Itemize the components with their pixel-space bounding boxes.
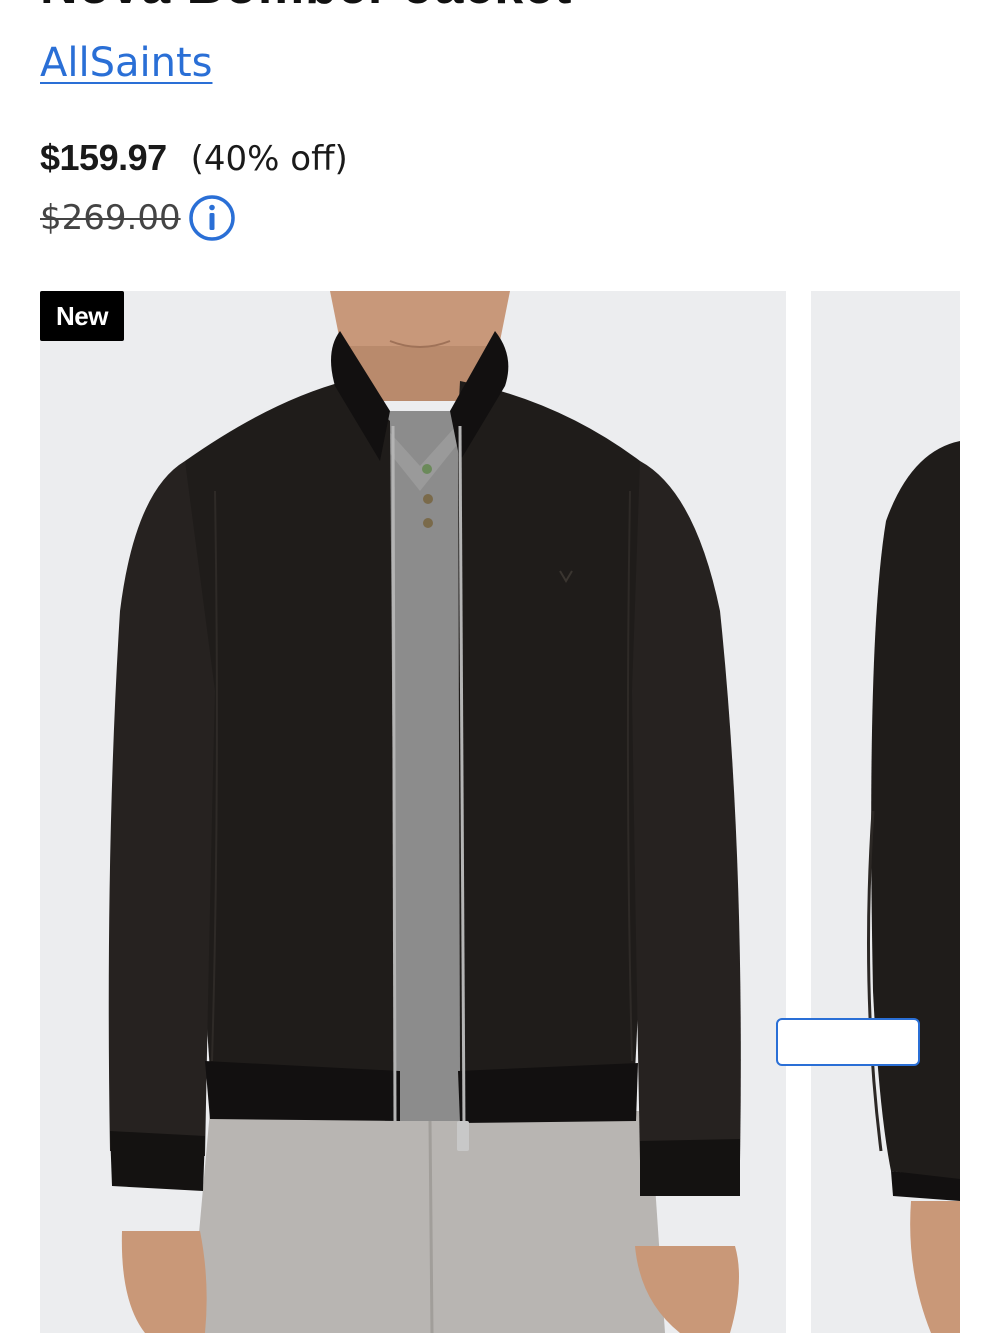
product-image-main[interactable]: New bbox=[40, 291, 786, 1333]
jacket-photo-side bbox=[811, 291, 960, 1333]
product-image-gallery[interactable]: New bbox=[40, 291, 960, 1333]
product-image-next[interactable] bbox=[811, 291, 960, 1333]
original-price-row: $269.00 bbox=[40, 193, 237, 243]
product-title: Nova Bomber Jacket bbox=[40, 0, 572, 14]
jacket-photo bbox=[40, 291, 786, 1333]
product-title-area: Nova Bomber Jacket bbox=[0, 0, 1000, 14]
info-circle-icon[interactable] bbox=[187, 193, 237, 243]
new-badge: New bbox=[40, 291, 124, 341]
price-row: $159.97 (40% off) bbox=[40, 137, 348, 179]
original-price: $269.00 bbox=[40, 198, 181, 238]
discount-percent: (40% off) bbox=[190, 139, 348, 179]
brand-link[interactable]: AllSaints bbox=[40, 40, 212, 86]
image-thumbnail-selector[interactable] bbox=[776, 1018, 920, 1066]
sale-price: $159.97 bbox=[40, 137, 167, 178]
